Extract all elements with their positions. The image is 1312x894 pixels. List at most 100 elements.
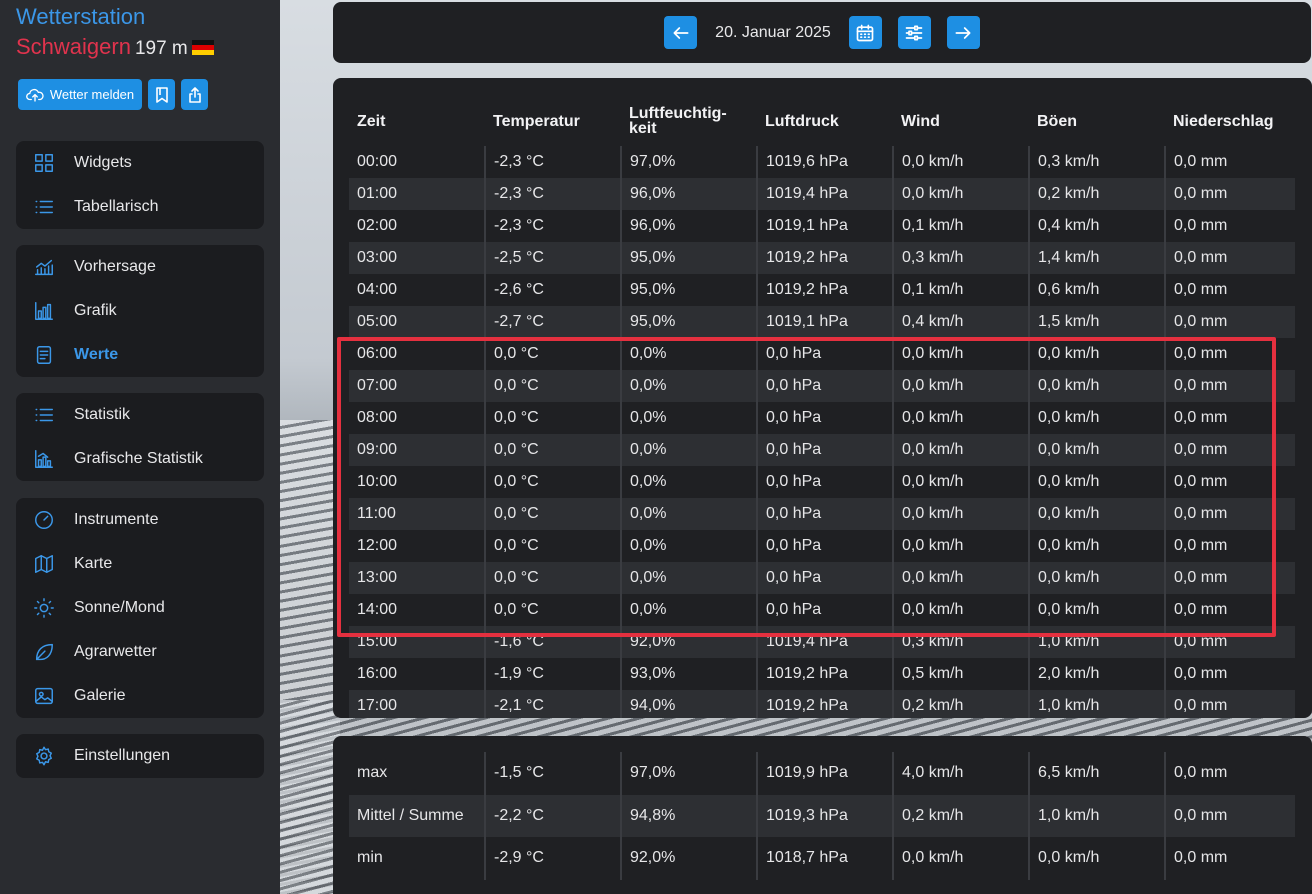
- table-row: 07:00 0,0 °C 0,0% 0,0 hPa 0,0 km/h 0,0 km/h 0,…: [349, 370, 1295, 402]
- cell-time: max: [357, 764, 388, 782]
- cell-humidity: 94,8%: [620, 794, 757, 837]
- nav-item-galerie[interactable]: Galerie: [16, 674, 264, 718]
- cell-gusts: 1,0 km/h: [1028, 690, 1165, 718]
- cell-pressure: 1019,4 hPa: [756, 626, 893, 658]
- table-row: 17:00 -2,1 °C 94,0% 1019,2 hPa 0,2 km/h 1,0 k…: [349, 690, 1295, 718]
- cell-humidity: 95,0%: [620, 242, 757, 274]
- location-name: Schwaigern: [16, 34, 131, 59]
- cell-humidity: 0,0%: [620, 402, 757, 434]
- hourly-values-table: Zeit Temperatur Luftfeuchtig-keit Luftdr…: [349, 96, 1295, 718]
- cell-time: 15:00: [349, 626, 485, 658]
- cell-time: 03:00: [349, 242, 485, 274]
- nav-item-sonne-mond[interactable]: Sonne/Mond: [16, 586, 264, 630]
- calendar-button[interactable]: [848, 16, 882, 49]
- action-buttons: Wetter melden: [18, 79, 208, 110]
- cell-humidity: 92,0%: [620, 626, 757, 658]
- gear-icon: [36, 746, 52, 766]
- cell-precipitation: 0,0 mm: [1164, 466, 1295, 498]
- table-row: 11:00 0,0 °C 0,0% 0,0 hPa 0,0 km/h 0,0 km/h 0,…: [349, 498, 1295, 530]
- cell-precipitation: 0,0 mm: [1164, 530, 1295, 562]
- cell-wind: 0,0 km/h: [892, 466, 1029, 498]
- column-header-zeit[interactable]: Zeit: [349, 96, 485, 146]
- cell-wind: 0,0 km/h: [892, 338, 1029, 370]
- nav-item-label: Grafische Statistik: [74, 450, 203, 467]
- forecast-chart-icon: [35, 259, 53, 276]
- nav-item-label: Vorhersage: [74, 258, 156, 275]
- stats-chart-icon: [35, 450, 53, 468]
- cell-pressure: 0,0 hPa: [756, 530, 893, 562]
- share-button[interactable]: [181, 79, 208, 110]
- nav-group-views: Widgets Tabellarisch: [16, 141, 264, 229]
- cell-time: 11:00: [349, 498, 485, 530]
- cell-temperature: 0,0 °C: [484, 338, 621, 370]
- nav-item-werte[interactable]: Werte: [16, 333, 264, 377]
- cell-gusts: 1,4 km/h: [1028, 242, 1165, 274]
- bookmark-button[interactable]: [148, 79, 175, 110]
- cell-pressure: 1019,3 hPa: [756, 794, 893, 837]
- cell-temperature: -1,5 °C: [484, 752, 621, 795]
- cell-temperature: -2,3 °C: [484, 210, 621, 242]
- nav-item-vorhersage[interactable]: Vorhersage: [16, 245, 264, 289]
- cell-wind: 0,0 km/h: [892, 370, 1029, 402]
- cell-pressure: 1019,2 hPa: [756, 658, 893, 690]
- column-header-boeen[interactable]: Böen: [1029, 96, 1165, 146]
- cell-precipitation: 0,0 mm: [1164, 658, 1295, 690]
- nav-item-widgets[interactable]: Widgets: [16, 141, 264, 185]
- cell-precipitation: 0,0 mm: [1164, 402, 1295, 434]
- list-icon: [35, 408, 53, 422]
- cell-temperature: -2,5 °C: [484, 242, 621, 274]
- cell-precipitation: 0,0 mm: [1164, 178, 1295, 210]
- nav-group-data: Vorhersage Grafik Werte: [16, 245, 264, 377]
- nav-item-label: Sonne/Mond: [74, 599, 165, 616]
- cell-temperature: 0,0 °C: [484, 498, 621, 530]
- nav-item-statistik[interactable]: Statistik: [16, 393, 264, 437]
- table-row: 06:00 0,0 °C 0,0% 0,0 hPa 0,0 km/h 0,0 km/h 0,…: [349, 338, 1295, 370]
- table-row: 15:00 -1,6 °C 92,0% 1019,4 hPa 0,3 km/h 1,0 k…: [349, 626, 1295, 658]
- cell-temperature: -1,9 °C: [484, 658, 621, 690]
- column-header-niederschlag[interactable]: Niederschlag: [1165, 96, 1295, 146]
- table-row: 10:00 0,0 °C 0,0% 0,0 hPa 0,0 km/h 0,0 km/h 0,…: [349, 466, 1295, 498]
- nav-item-tabellarisch[interactable]: Tabellarisch: [16, 185, 264, 229]
- column-header-temperatur[interactable]: Temperatur: [485, 96, 621, 146]
- column-header-luftdruck[interactable]: Luftdruck: [757, 96, 893, 146]
- cell-pressure: 1019,4 hPa: [756, 178, 893, 210]
- nav-group-tools: Instrumente Karte Sonne/Mond Agrarwetter…: [16, 498, 264, 718]
- cell-precipitation: 0,0 mm: [1164, 338, 1295, 370]
- cell-gusts: 6,5 km/h: [1028, 752, 1165, 795]
- nav-item-label: Werte: [74, 346, 119, 363]
- column-header-wind[interactable]: Wind: [893, 96, 1029, 146]
- nav-item-karte[interactable]: Karte: [16, 542, 264, 586]
- nav-group-settings: Einstellungen: [16, 734, 264, 778]
- summary-row: min -2,9 °C 92,0% 1018,7 hPa 0,0 km/h 0,0 km/…: [349, 837, 1295, 880]
- cell-wind: 0,3 km/h: [892, 626, 1029, 658]
- cell-precipitation: 0,0 mm: [1164, 210, 1295, 242]
- cell-humidity: 0,0%: [620, 338, 757, 370]
- nav-item-label: Grafik: [74, 302, 117, 319]
- cell-pressure: 1019,2 hPa: [756, 242, 893, 274]
- report-weather-button[interactable]: Wetter melden: [18, 79, 142, 110]
- cell-humidity: 95,0%: [620, 274, 757, 306]
- column-header-luftfeuchtigkeit[interactable]: Luftfeuchtig-keit: [621, 96, 757, 146]
- cell-humidity: 92,0%: [620, 837, 757, 880]
- cell-gusts: 0,0 km/h: [1028, 837, 1165, 880]
- cell-pressure: 0,0 hPa: [756, 498, 893, 530]
- cell-humidity: 96,0%: [620, 178, 757, 210]
- nav-item-agrarwetter[interactable]: Agrarwetter: [16, 630, 264, 674]
- cell-gusts: 0,0 km/h: [1028, 498, 1165, 530]
- nav-item-grafik[interactable]: Grafik: [16, 289, 264, 333]
- bar-chart-icon: [35, 302, 53, 320]
- cell-gusts: 0,0 km/h: [1028, 594, 1165, 626]
- cell-wind: 0,0 km/h: [892, 178, 1029, 210]
- nav-item-grafische-statistik[interactable]: Grafische Statistik: [16, 437, 264, 481]
- cell-precipitation: 0,0 mm: [1164, 594, 1295, 626]
- previous-day-button[interactable]: [664, 16, 698, 49]
- next-day-button[interactable]: [946, 16, 980, 49]
- list-icon: [35, 200, 53, 214]
- table-row: 03:00 -2,5 °C 95,0% 1019,2 hPa 0,3 km/h 1,4 k…: [349, 242, 1295, 274]
- nav-item-instrumente[interactable]: Instrumente: [16, 498, 264, 542]
- filter-settings-button[interactable]: [897, 16, 931, 49]
- nav-item-einstellungen[interactable]: Einstellungen: [16, 734, 264, 778]
- cell-precipitation: 0,0 mm: [1164, 434, 1295, 466]
- cell-precipitation: 0,0 mm: [1164, 837, 1295, 880]
- cell-wind: 0,0 km/h: [892, 530, 1029, 562]
